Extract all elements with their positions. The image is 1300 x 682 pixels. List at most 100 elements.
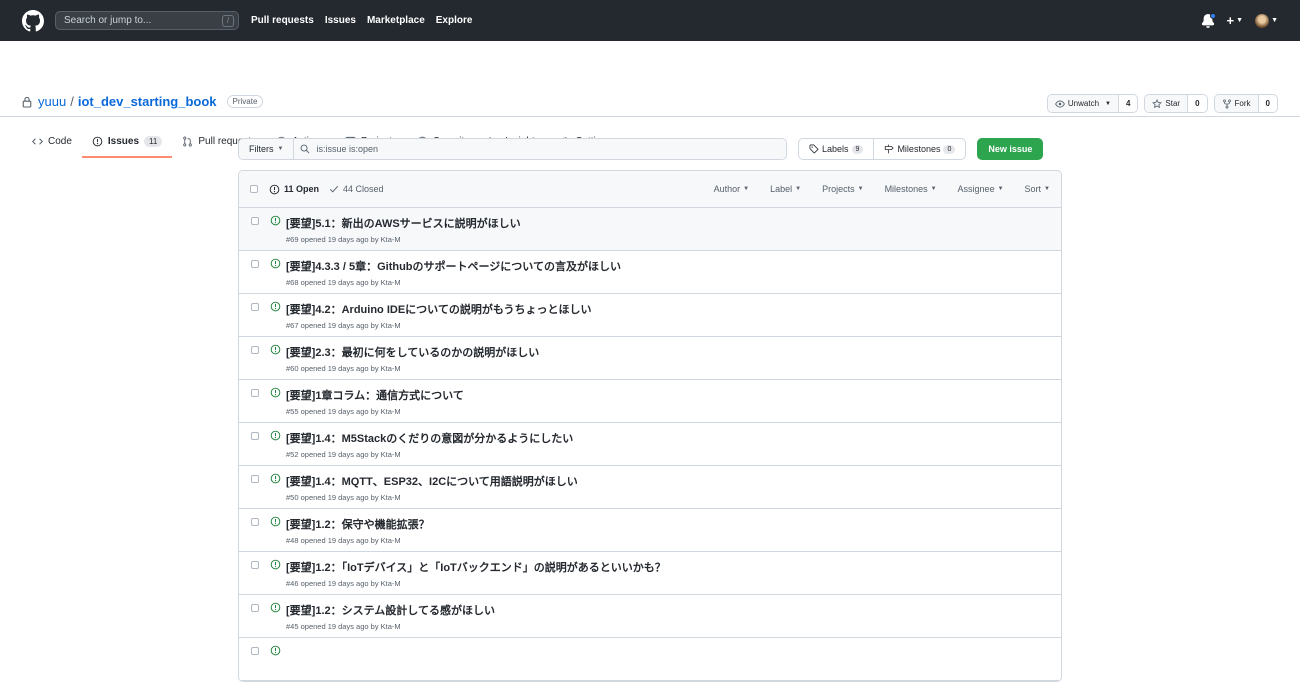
issue-title-link[interactable]: [要望]1章コラム：通信方式について xyxy=(286,387,464,403)
milestones-filter[interactable]: Milestones ▼ xyxy=(885,184,937,194)
caret-down-icon: ▼ xyxy=(1271,17,1278,24)
tab-label: Code xyxy=(48,135,72,147)
fork-icon xyxy=(1222,98,1231,109)
watchers-count[interactable]: 4 xyxy=(1118,95,1138,112)
unwatch-button[interactable]: Unwatch ▼ xyxy=(1047,95,1119,112)
star-icon xyxy=(1152,98,1163,108)
issue-row: [要望]1.2：保守や機能拡張？ #48 opened 19 days ago … xyxy=(239,509,1061,552)
tab-label: Issues xyxy=(107,135,140,147)
issue-meta: #48 opened 19 days ago by Kta-M xyxy=(286,536,401,545)
assignee-filter[interactable]: Assignee ▼ xyxy=(958,184,1004,194)
create-new-menu[interactable]: + ▼ xyxy=(1227,13,1244,28)
milestones-label: Milestones xyxy=(897,144,941,154)
watch-button-group: Unwatch ▼ 4 xyxy=(1046,94,1139,113)
issue-opened-icon xyxy=(269,184,280,194)
issue-title-link[interactable]: [要望]1.2：システム設計してる感がほしい xyxy=(286,602,495,618)
issue-opened-icon xyxy=(270,215,281,226)
issue-checkbox[interactable] xyxy=(251,303,259,311)
filter-label: Label xyxy=(770,184,793,194)
forks-count[interactable]: 0 xyxy=(1258,95,1277,112)
sort-filter[interactable]: Sort ▼ xyxy=(1025,184,1050,194)
caret-down-icon: ▼ xyxy=(277,146,284,152)
author-filter[interactable]: Author ▼ xyxy=(714,184,749,194)
issue-checkbox[interactable] xyxy=(251,561,259,569)
issue-checkbox[interactable] xyxy=(251,346,259,354)
filter-label: Sort xyxy=(1024,184,1042,194)
fork-button[interactable]: Fork xyxy=(1214,95,1259,112)
issue-title-link[interactable]: [要望]1.2：「IoTデバイス」と「IoTバックエンド」の説明があるといいかも… xyxy=(286,559,666,575)
labels-link[interactable]: Labels 9 xyxy=(799,139,873,159)
repo-title: yuuu / iot_dev_starting_book Private xyxy=(22,94,264,109)
repo-name-link[interactable]: iot_dev_starting_book xyxy=(78,94,217,109)
issues-counter: 11 xyxy=(144,135,163,147)
filter-label: Assignee xyxy=(957,184,995,194)
tab-code[interactable]: Code xyxy=(32,124,72,158)
github-logo-icon[interactable] xyxy=(22,9,44,32)
label-filter[interactable]: Label ▼ xyxy=(770,184,801,194)
filter-label: Author xyxy=(713,184,741,194)
projects-filter[interactable]: Projects ▼ xyxy=(822,184,863,194)
repo-path-separator: / xyxy=(70,94,74,109)
star-label: Star xyxy=(1165,99,1181,108)
issue-search-input[interactable]: is:issue is:open xyxy=(294,139,786,159)
issue-title-link[interactable]: [要望]4.2：Arduino IDEについての説明がもうちょっとほしい xyxy=(286,301,592,317)
new-issue-button[interactable]: New issue xyxy=(977,138,1044,160)
nav-issues[interactable]: Issues xyxy=(325,15,356,26)
closed-issues-toggle[interactable]: 44 Closed xyxy=(329,184,384,194)
issue-meta: #52 opened 19 days ago by Kta-M xyxy=(286,450,401,459)
nav-explore[interactable]: Explore xyxy=(436,15,473,26)
issue-opened-icon xyxy=(270,258,281,269)
eye-icon xyxy=(1055,99,1065,108)
open-issues-toggle[interactable]: 11 Open xyxy=(269,184,319,195)
issue-title-link[interactable]: [要望]1.4：MQTT、ESP32、I2Cについて用語説明がほしい xyxy=(286,473,578,489)
nav-pull-requests[interactable]: Pull requests xyxy=(251,15,314,26)
issue-row: [要望]4.2：Arduino IDEについての説明がもうちょっとほしい #67… xyxy=(239,294,1061,337)
search-placeholder: Search or jump to... xyxy=(64,15,152,26)
issue-row: [要望]2.3：最初に何をしているのかの説明がほしい #60 opened 19… xyxy=(239,337,1061,380)
search-icon xyxy=(301,144,310,154)
caret-down-icon: ▼ xyxy=(1105,100,1111,107)
git-pull-request-icon xyxy=(183,136,193,146)
closed-count: 44 Closed xyxy=(343,184,384,194)
issue-checkbox[interactable] xyxy=(251,260,259,268)
issue-checkbox[interactable] xyxy=(251,518,259,526)
search-input[interactable]: Search or jump to... / xyxy=(55,11,239,30)
nav-marketplace[interactable]: Marketplace xyxy=(367,15,425,26)
filter-label: Projects xyxy=(822,184,855,194)
issues-list: 11 Open 44 Closed Author ▼ Label ▼ Project… xyxy=(238,170,1062,682)
issue-checkbox[interactable] xyxy=(251,604,259,612)
issue-checkbox[interactable] xyxy=(251,389,259,397)
issue-title-link[interactable]: [要望]5.1：新出のAWSサービスに説明がほしい xyxy=(286,215,521,231)
code-icon xyxy=(32,137,43,145)
issue-title-link[interactable]: [要望]1.2：保守や機能拡張？ xyxy=(286,516,430,532)
stars-count[interactable]: 0 xyxy=(1188,95,1207,112)
issue-meta: #45 opened 19 days ago by Kta-M xyxy=(286,622,401,631)
issue-title-link[interactable]: [要望]2.3：最初に何をしているのかの説明がほしい xyxy=(286,344,539,360)
filter-label: Milestones xyxy=(884,184,928,194)
issue-checkbox[interactable] xyxy=(251,475,259,483)
issue-checkbox[interactable] xyxy=(251,217,259,225)
star-button[interactable]: Star xyxy=(1145,95,1189,112)
tab-issues[interactable]: Issues 11 xyxy=(81,124,173,158)
issue-title-link[interactable]: [要望]4.3.3 / 5章：Githubのサポートページについての言及がほしい xyxy=(286,258,621,274)
unwatch-label: Unwatch xyxy=(1067,99,1100,108)
issue-title-link[interactable]: [要望]1.4：M5Stackのくだりの意図が分かるようにしたい xyxy=(286,430,573,446)
issue-meta: #68 opened 19 days ago by Kta-M xyxy=(286,278,401,287)
issue-opened-icon xyxy=(270,645,281,656)
select-all-checkbox[interactable] xyxy=(250,185,258,193)
milestones-link[interactable]: Milestones 0 xyxy=(873,139,965,159)
user-menu[interactable]: ▼ xyxy=(1255,13,1278,28)
labels-label: Labels xyxy=(822,144,849,154)
filters-dropdown[interactable]: Filters ▼ xyxy=(239,139,295,159)
filters-bar: Filters ▼ is:issue is:open xyxy=(238,138,787,160)
issue-checkbox[interactable] xyxy=(251,647,259,655)
tag-icon xyxy=(809,144,819,154)
labels-milestones-group: Labels 9 Milestones 0 xyxy=(798,138,967,160)
notification-bell-icon[interactable] xyxy=(1201,12,1216,28)
issue-checkbox[interactable] xyxy=(251,432,259,440)
repo-owner-link[interactable]: yuuu xyxy=(38,94,66,109)
issue-opened-icon xyxy=(270,301,281,312)
search-shortcut-key: / xyxy=(222,14,234,27)
filters-label: Filters xyxy=(249,144,274,154)
global-nav: Pull requests Issues Marketplace Explore xyxy=(251,15,483,26)
